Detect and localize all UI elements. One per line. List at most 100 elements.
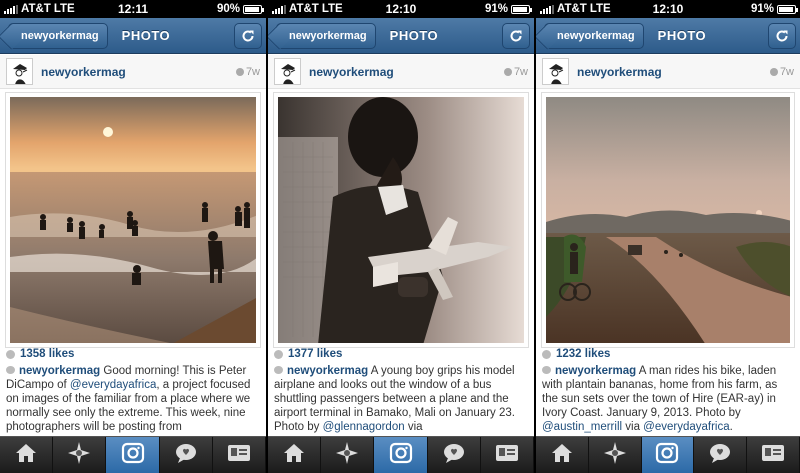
post-username[interactable]: newyorkermag bbox=[309, 65, 504, 79]
post-username[interactable]: newyorkermag bbox=[41, 65, 236, 79]
refresh-button[interactable] bbox=[768, 22, 796, 49]
photo-screen-1: AT&T LTE 12:11 90% newyorkermag PHOTO ne… bbox=[0, 0, 266, 473]
post-photo-boy-airplane[interactable] bbox=[278, 97, 524, 343]
camera-icon bbox=[389, 441, 413, 470]
post-photo-beach-sunset[interactable] bbox=[10, 97, 256, 343]
battery-icon bbox=[511, 4, 532, 14]
tab-profile-card[interactable] bbox=[213, 437, 266, 473]
battery-icon bbox=[243, 4, 264, 14]
post-header: newyorkermag 7w bbox=[0, 55, 266, 89]
avatar[interactable] bbox=[6, 58, 33, 85]
tab-explore-star[interactable] bbox=[589, 437, 642, 473]
post-username[interactable]: newyorkermag bbox=[577, 65, 770, 79]
status-bar: AT&T LTE 12:10 91% bbox=[536, 0, 800, 18]
refresh-icon bbox=[776, 30, 788, 41]
nav-bar: newyorkermag PHOTO bbox=[268, 18, 534, 54]
home-icon bbox=[283, 443, 305, 468]
caption-mention-link[interactable]: @glennagordon bbox=[323, 421, 405, 433]
back-button[interactable]: newyorkermag bbox=[8, 22, 108, 49]
back-button[interactable]: newyorkermag bbox=[276, 22, 376, 49]
tab-explore-star[interactable] bbox=[53, 437, 107, 473]
caption-mention-link[interactable]: @everydayafrica bbox=[643, 421, 729, 433]
tab-bar bbox=[268, 436, 534, 473]
explore-star-icon bbox=[336, 441, 359, 469]
tab-activity-bubble[interactable] bbox=[694, 437, 748, 473]
activity-bubble-icon bbox=[175, 443, 197, 468]
tab-home[interactable] bbox=[0, 437, 54, 473]
page-title: PHOTO bbox=[389, 28, 439, 43]
post-age: 7w bbox=[769, 66, 794, 78]
clock-time: 12:10 bbox=[652, 2, 684, 16]
tab-profile-card[interactable] bbox=[481, 437, 534, 473]
post-caption: newyorkermag A man rides his bike, laden… bbox=[542, 364, 796, 434]
caption-text: . bbox=[729, 421, 733, 433]
refresh-icon bbox=[510, 30, 522, 41]
battery-percent: 91% bbox=[484, 3, 508, 15]
avatar[interactable] bbox=[274, 58, 301, 85]
profile-card-icon bbox=[495, 444, 519, 467]
refresh-button[interactable] bbox=[502, 22, 530, 49]
post-header: newyorkermag 7w bbox=[268, 55, 534, 89]
clock-icon bbox=[769, 67, 778, 76]
likes-count[interactable]: 1358 likes bbox=[6, 348, 74, 360]
comment-bubble-icon bbox=[6, 366, 15, 374]
caption-mention-link[interactable]: @austin_merrill bbox=[542, 421, 622, 433]
caption-username[interactable]: newyorkermag bbox=[19, 365, 100, 377]
caption-username[interactable]: newyorkermag bbox=[555, 365, 636, 377]
network-label: LTE bbox=[321, 3, 343, 15]
post-caption: newyorkermag A young boy grips his model… bbox=[274, 364, 530, 434]
battery-percent: 90% bbox=[216, 3, 240, 15]
photo-screen-2: AT&T LTE 12:10 91% newyorkermag PHOTO ne… bbox=[268, 0, 534, 473]
caption-text: via bbox=[404, 421, 423, 433]
clock-icon bbox=[235, 67, 244, 76]
caption-mention-link[interactable]: @everydayafrica bbox=[70, 379, 156, 391]
camera-icon bbox=[655, 441, 679, 470]
refresh-button[interactable] bbox=[234, 22, 262, 49]
tab-camera[interactable] bbox=[641, 437, 695, 473]
profile-card-icon bbox=[761, 444, 785, 467]
post-age: 7w bbox=[235, 66, 260, 78]
profile-card-icon bbox=[227, 444, 251, 467]
heart-icon bbox=[542, 349, 551, 359]
post-header: newyorkermag 7w bbox=[536, 55, 800, 89]
status-bar: AT&T LTE 12:11 90% bbox=[0, 0, 266, 18]
tab-camera[interactable] bbox=[374, 437, 428, 473]
clock-time: 12:10 bbox=[385, 2, 417, 16]
comment-bubble-icon bbox=[542, 366, 551, 374]
tab-camera[interactable] bbox=[106, 437, 160, 473]
carrier-label: AT&T bbox=[557, 3, 587, 15]
post-photo-bike-road[interactable] bbox=[546, 97, 790, 343]
tab-activity-bubble[interactable] bbox=[160, 437, 213, 473]
post-age: 7w bbox=[503, 66, 528, 78]
caption-username[interactable]: newyorkermag bbox=[287, 365, 368, 377]
battery-icon bbox=[776, 4, 798, 14]
avatar[interactable] bbox=[542, 58, 569, 85]
tab-explore-star[interactable] bbox=[321, 437, 375, 473]
explore-star-icon bbox=[603, 441, 626, 469]
carrier-label: AT&T bbox=[289, 3, 319, 15]
activity-bubble-icon bbox=[709, 443, 731, 468]
clock-time: 12:11 bbox=[117, 2, 149, 16]
tab-bar bbox=[0, 436, 266, 473]
post-caption: newyorkermag Good morning! This is Peter… bbox=[6, 364, 262, 434]
signal-icon bbox=[272, 4, 286, 14]
home-icon bbox=[15, 443, 37, 468]
heart-icon bbox=[6, 349, 15, 359]
caption-text: via bbox=[622, 421, 644, 433]
tab-profile-card[interactable] bbox=[747, 437, 800, 473]
photo-screen-3: AT&T LTE 12:10 91% newyorkermag PHOTO ne… bbox=[536, 0, 800, 473]
status-bar: AT&T LTE 12:10 91% bbox=[268, 0, 534, 18]
tab-home[interactable] bbox=[268, 437, 322, 473]
camera-icon bbox=[121, 441, 145, 470]
network-label: LTE bbox=[53, 3, 75, 15]
back-button[interactable]: newyorkermag bbox=[544, 22, 644, 49]
nav-bar: newyorkermag PHOTO bbox=[536, 18, 800, 54]
heart-icon bbox=[274, 349, 283, 359]
likes-count[interactable]: 1232 likes bbox=[542, 348, 610, 360]
tab-activity-bubble[interactable] bbox=[428, 437, 481, 473]
clock-icon bbox=[503, 67, 512, 76]
likes-count[interactable]: 1377 likes bbox=[274, 348, 342, 360]
refresh-icon bbox=[242, 30, 254, 41]
tab-home[interactable] bbox=[536, 437, 589, 473]
carrier-label: AT&T bbox=[21, 3, 51, 15]
